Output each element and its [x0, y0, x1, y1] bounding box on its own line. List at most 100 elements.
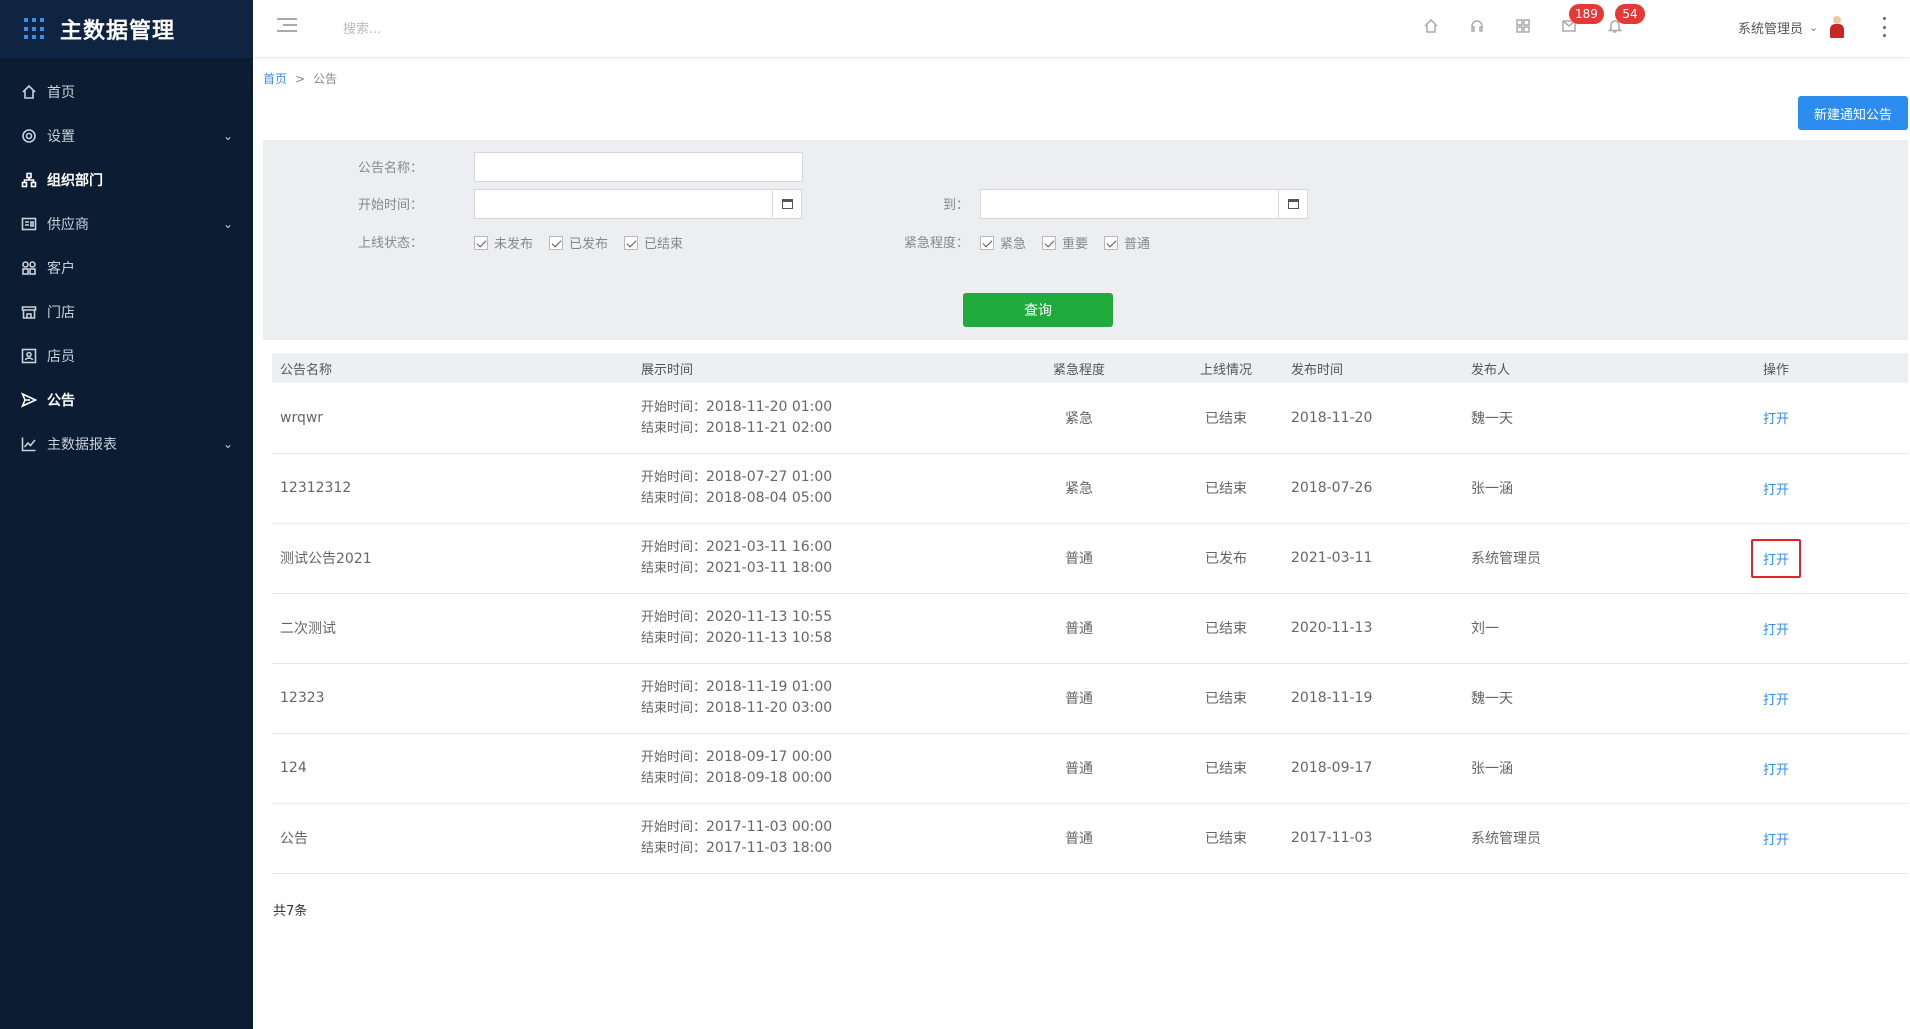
sidebar-item-label: 设置: [47, 129, 75, 145]
menu-toggle-icon[interactable]: [277, 18, 297, 34]
sidebar-item-org[interactable]: 组织部门: [0, 158, 253, 202]
home-icon: [20, 83, 38, 101]
column-header: 展示时间: [641, 362, 694, 378]
sidebar-item-announcement[interactable]: 公告: [0, 378, 253, 422]
notifications-badge: 54: [1615, 4, 1645, 24]
cell-published: 2018-09-17: [1283, 733, 1463, 804]
customer-icon: [20, 259, 38, 277]
breadcrumb: 首页 > 公告: [263, 70, 337, 87]
status-checkbox-ended[interactable]: 已结束: [624, 233, 683, 252]
cell-action: 打开: [1663, 733, 1908, 804]
breadcrumb-separator: >: [295, 72, 306, 86]
cell-action: 打开: [1663, 803, 1908, 874]
open-link[interactable]: 打开: [1763, 408, 1789, 427]
urgency-checkbox-urgent[interactable]: 紧急: [980, 233, 1026, 252]
start-date-picker: [474, 189, 802, 219]
urgency-checkbox-normal[interactable]: 普通: [1104, 233, 1150, 252]
sidebar-item-label: 供应商: [47, 217, 89, 233]
open-link[interactable]: 打开: [1763, 759, 1789, 778]
calendar-icon[interactable]: [1278, 189, 1308, 219]
more-icon[interactable]: [1883, 17, 1889, 37]
cell-publisher: 系统管理员: [1463, 803, 1663, 874]
cell-display-time: 开始时间：2020-11-13 10:55 结束时间：2020-11-13 10:…: [633, 593, 989, 664]
cell-published: 2021-03-11: [1283, 523, 1463, 594]
gear-icon: [20, 127, 38, 145]
name-input[interactable]: [474, 152, 803, 182]
cell-name: 二次测试: [272, 593, 633, 664]
avatar: [1828, 16, 1846, 38]
app-title: 主数据管理: [60, 19, 176, 44]
cell-action: 打开: [1663, 663, 1908, 734]
notifications-button[interactable]: 54: [1605, 4, 1645, 36]
sidebar-item-settings[interactable]: 设置 ⌄: [0, 114, 253, 158]
breadcrumb-home[interactable]: 首页: [263, 72, 287, 86]
checkbox-checked-icon: [1042, 235, 1057, 250]
cell-name: 公告: [272, 803, 633, 874]
sidebar-item-label: 店员: [47, 349, 75, 365]
sidebar-item-home[interactable]: 首页: [0, 70, 253, 114]
sidebar-item-label: 组织部门: [47, 173, 103, 189]
open-link-highlighted[interactable]: 打开: [1751, 538, 1802, 578]
send-icon: [20, 391, 38, 409]
sidebar-item-store[interactable]: 门店: [0, 290, 253, 334]
sidebar-item-customer[interactable]: 客户: [0, 246, 253, 290]
filter-panel: 公告名称： 开始时间： 到： 上线状态： 未发布 已发布 已结束 紧急程度： 紧…: [263, 140, 1908, 340]
store-icon: [20, 303, 38, 321]
column-header: 上线情况: [1199, 362, 1252, 378]
new-announcement-button[interactable]: 新建通知公告: [1798, 96, 1908, 130]
end-date-picker: [980, 189, 1308, 219]
main-content: 首页 > 公告 新建通知公告 公告名称： 开始时间： 到： 上线状态： 未发布 已发…: [253, 58, 1910, 1029]
cell-urgency: 普通: [989, 733, 1169, 804]
end-date-input[interactable]: [980, 189, 1278, 219]
cell-published: 2018-11-20: [1283, 383, 1463, 454]
sidebar-item-label: 主数据报表: [47, 437, 117, 453]
open-link[interactable]: 打开: [1763, 619, 1789, 638]
checkbox-checked-icon: [980, 235, 994, 250]
cell-status: 已结束: [1169, 663, 1283, 734]
table-row: 124 开始时间：2018-09-17 00:00 结束时间：2018-09-18…: [272, 733, 1908, 804]
cell-urgency: 普通: [989, 663, 1169, 734]
headset-icon[interactable]: [1467, 16, 1487, 36]
cell-publisher: 魏一天: [1463, 663, 1663, 734]
sidebar-item-reports[interactable]: 主数据报表 ⌄: [0, 422, 253, 466]
cell-action: 打开: [1663, 453, 1908, 524]
open-link[interactable]: 打开: [1763, 829, 1789, 848]
home-icon[interactable]: [1421, 16, 1441, 36]
cell-urgency: 紧急: [989, 383, 1169, 454]
open-link[interactable]: 打开: [1763, 689, 1789, 708]
urgency-checkbox-important[interactable]: 重要: [1042, 233, 1088, 252]
supplier-icon: [20, 215, 38, 233]
sidebar-item-supplier[interactable]: 供应商 ⌄: [0, 202, 253, 246]
cell-name: 124: [272, 733, 633, 804]
open-link[interactable]: 打开: [1763, 479, 1789, 498]
messages-badge: 189: [1569, 4, 1604, 24]
user-menu[interactable]: 系统管理员 ⌄: [1738, 16, 1846, 38]
start-date-input[interactable]: [474, 189, 772, 219]
status-checkbox-unpublished[interactable]: 未发布: [474, 233, 533, 252]
query-button[interactable]: 查询: [963, 293, 1113, 327]
sidebar-item-label: 首页: [47, 85, 75, 101]
breadcrumb-current: 公告: [313, 72, 338, 86]
chevron-down-icon: ⌄: [222, 437, 233, 451]
cell-action: 打开: [1663, 383, 1908, 454]
table-header-row: 公告名称 展示时间 紧急程度 上线情况 发布时间 发布人 操作: [272, 353, 1908, 383]
cell-display-time: 开始时间：2017-11-03 00:00 结束时间：2017-11-03 18:…: [633, 803, 989, 874]
messages-button[interactable]: 189: [1559, 4, 1604, 36]
sidebar: 主数据管理 首页 设置 ⌄ 组织部门 供应商 ⌄ 客户 门店 店员 公告 主数据…: [0, 0, 253, 1029]
cell-status: 已发布: [1169, 523, 1283, 594]
chevron-down-icon: ⌄: [222, 129, 233, 143]
status-checkbox-published[interactable]: 已发布: [549, 233, 608, 252]
cell-name: 12312312: [272, 453, 633, 524]
chevron-down-icon: ⌄: [1809, 20, 1819, 34]
table-row: 12323 开始时间：2018-11-19 01:00 结束时间：2018-11-…: [272, 663, 1908, 734]
sidebar-item-clerk[interactable]: 店员: [0, 334, 253, 378]
cell-urgency: 普通: [989, 593, 1169, 664]
column-header: 发布人: [1471, 362, 1511, 378]
calendar-icon[interactable]: [772, 189, 802, 219]
user-name: 系统管理员: [1738, 21, 1804, 37]
search-input[interactable]: [343, 16, 603, 42]
apps-icon[interactable]: [1513, 16, 1533, 36]
start-time-label: 开始时间：: [357, 198, 423, 213]
cell-status: 已结束: [1169, 733, 1283, 804]
org-icon: [20, 171, 38, 189]
